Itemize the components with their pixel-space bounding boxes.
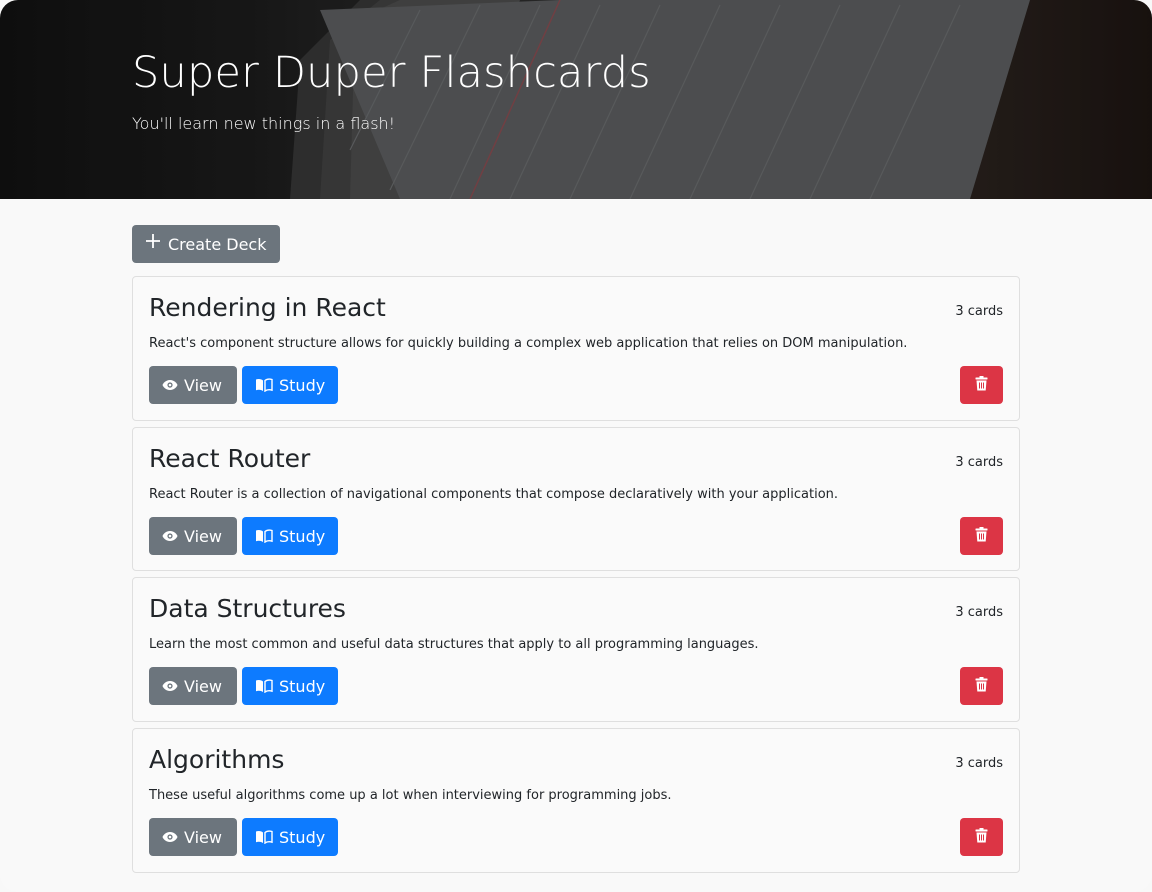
deck-description: Learn the most common and useful data st… xyxy=(149,637,759,652)
view-button[interactable]: View xyxy=(149,818,237,856)
book-icon xyxy=(255,378,273,392)
eye-icon xyxy=(162,379,178,391)
book-icon xyxy=(255,529,273,543)
page: Super Duper Flashcards You'll learn new … xyxy=(0,0,1152,892)
study-label: Study xyxy=(279,676,326,696)
deck-card-count: 3 cards xyxy=(955,605,1003,620)
study-button[interactable]: Study xyxy=(242,366,338,404)
deck-description: These useful algorithms come up a lot wh… xyxy=(149,788,672,803)
trash-icon xyxy=(975,676,988,696)
delete-button[interactable] xyxy=(960,818,1003,856)
delete-button[interactable] xyxy=(960,667,1003,705)
view-button[interactable]: View xyxy=(149,667,237,705)
eye-icon xyxy=(162,680,178,692)
deck-card-count: 3 cards xyxy=(955,304,1003,319)
deck-card: React Router 3 cards React Router is a c… xyxy=(132,427,1020,571)
book-icon xyxy=(255,830,273,844)
plus-icon xyxy=(145,232,161,254)
deck-card: Rendering in React 3 cards React's compo… xyxy=(132,276,1020,421)
study-label: Study xyxy=(279,375,326,395)
view-button[interactable]: View xyxy=(149,517,237,555)
create-deck-button[interactable]: Create Deck xyxy=(132,225,280,263)
deck-description: React's component structure allows for q… xyxy=(149,336,908,351)
deck-title: Algorithms xyxy=(149,745,285,774)
trash-icon xyxy=(975,375,988,395)
study-button[interactable]: Study xyxy=(242,667,338,705)
page-subtitle: You'll learn new things in a flash! xyxy=(132,114,396,133)
hero-banner: Super Duper Flashcards You'll learn new … xyxy=(0,0,1152,199)
eye-icon xyxy=(162,831,178,843)
deck-title: Rendering in React xyxy=(149,293,386,322)
deck-card-count: 3 cards xyxy=(955,756,1003,771)
delete-button[interactable] xyxy=(960,517,1003,555)
delete-button[interactable] xyxy=(960,366,1003,404)
study-button[interactable]: Study xyxy=(242,818,338,856)
trash-icon xyxy=(975,827,988,847)
create-deck-label: Create Deck xyxy=(168,234,267,254)
study-button[interactable]: Study xyxy=(242,517,338,555)
view-button[interactable]: View xyxy=(149,366,237,404)
view-label: View xyxy=(184,375,222,395)
view-label: View xyxy=(184,827,222,847)
study-label: Study xyxy=(279,827,326,847)
trash-icon xyxy=(975,526,988,546)
page-title: Super Duper Flashcards xyxy=(132,48,651,98)
deck-description: React Router is a collection of navigati… xyxy=(149,487,839,502)
index-cards-background xyxy=(0,0,1152,199)
deck-card: Data Structures 3 cards Learn the most c… xyxy=(132,577,1020,722)
deck-title: React Router xyxy=(149,444,311,473)
deck-card: Algorithms 3 cards These useful algorith… xyxy=(132,728,1020,873)
view-label: View xyxy=(184,526,222,546)
deck-title: Data Structures xyxy=(149,594,346,623)
book-icon xyxy=(255,679,273,693)
deck-card-count: 3 cards xyxy=(955,455,1003,470)
eye-icon xyxy=(162,530,178,542)
study-label: Study xyxy=(279,526,326,546)
view-label: View xyxy=(184,676,222,696)
